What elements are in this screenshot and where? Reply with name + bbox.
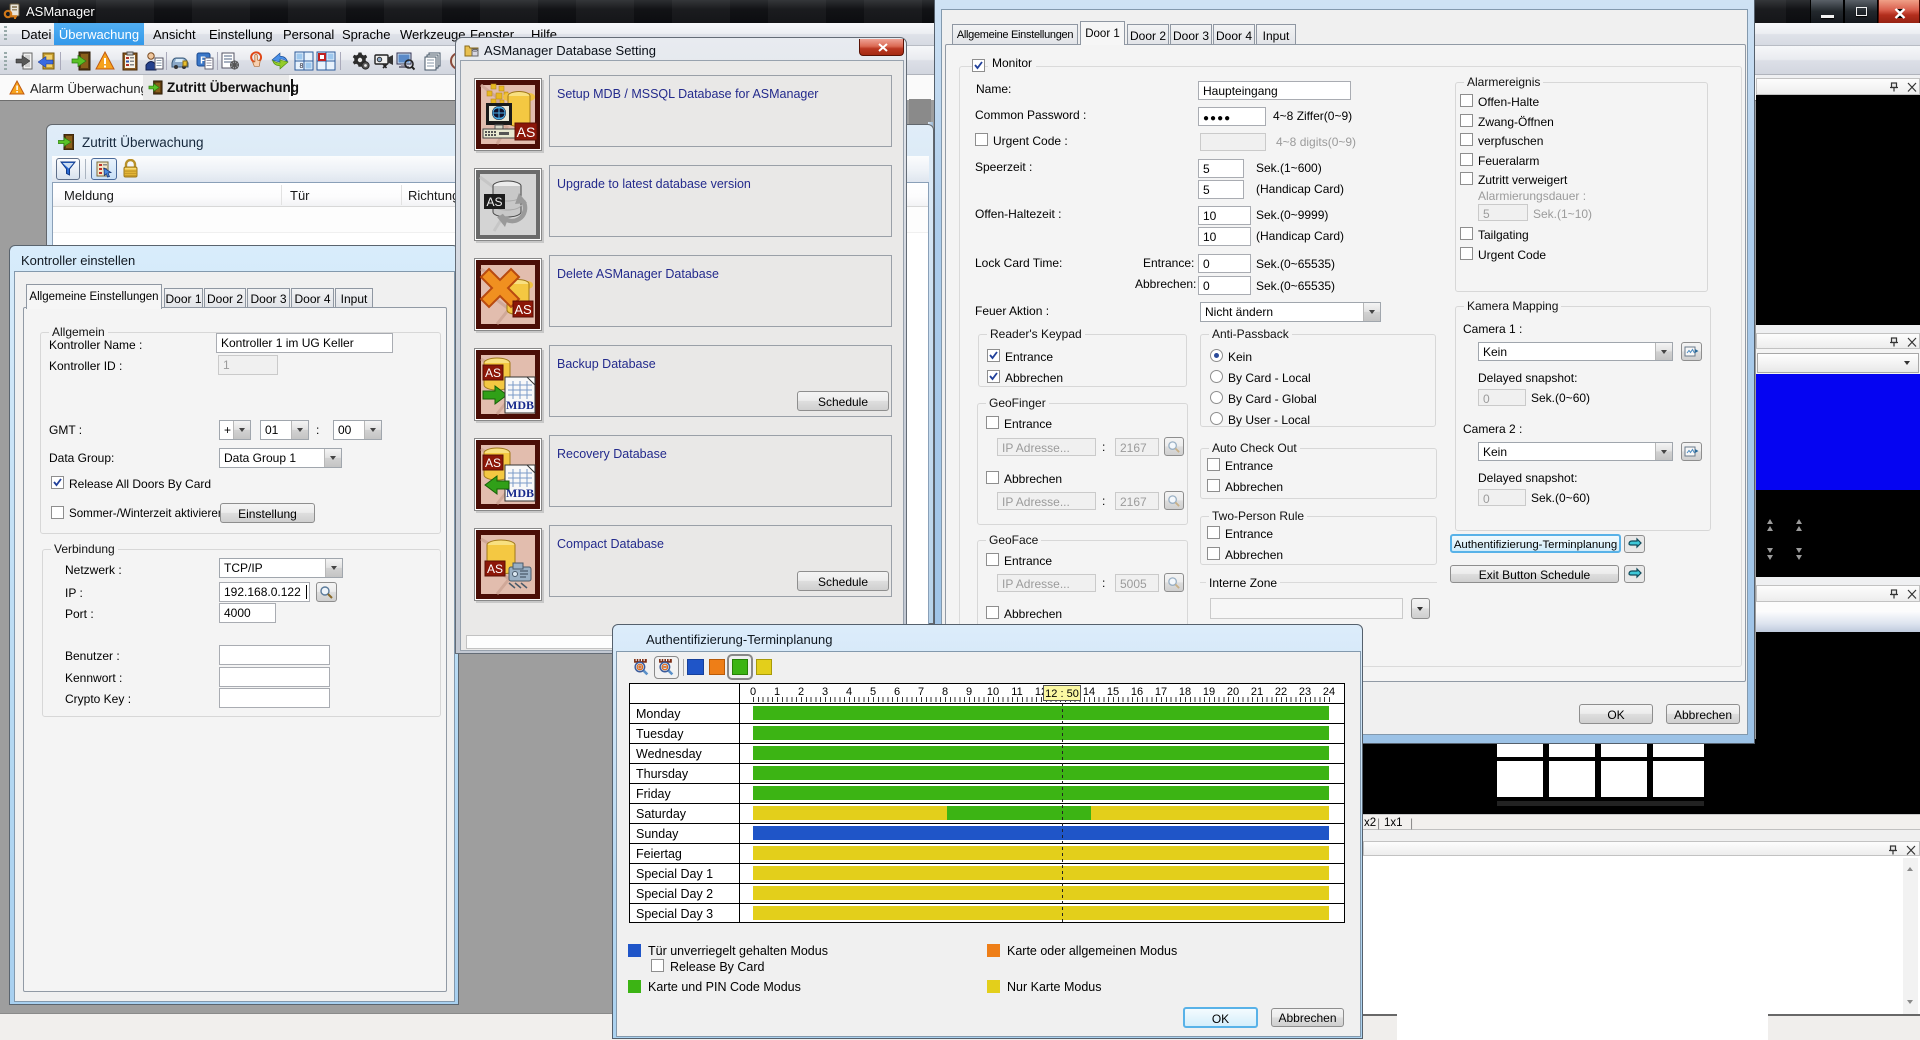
svg-text:AS: AS — [486, 195, 502, 209]
svg-text:MDB: MDB — [506, 486, 534, 500]
svg-text:AS: AS — [517, 124, 536, 140]
svg-text:AS: AS — [485, 456, 501, 470]
svg-text:MDB: MDB — [506, 398, 534, 412]
svg-text:AS: AS — [487, 562, 503, 576]
svg-text:AS: AS — [514, 302, 532, 317]
svg-text:AS: AS — [485, 366, 501, 380]
